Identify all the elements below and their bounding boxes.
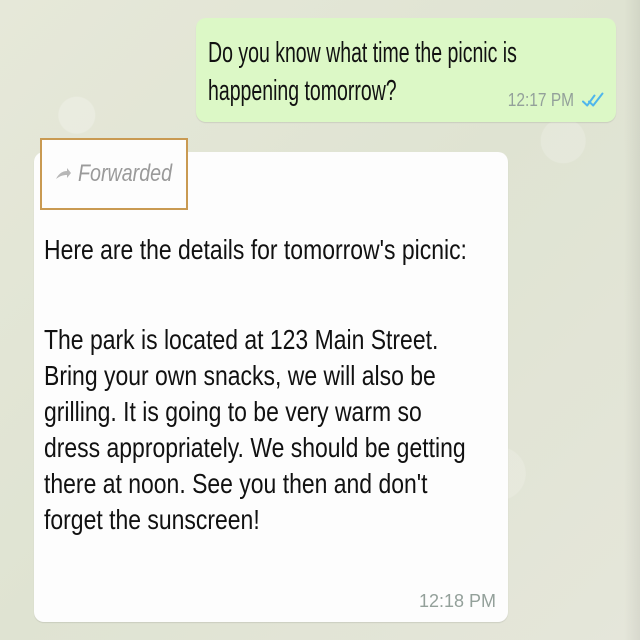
forwarded-label-row: Forwarded [54,160,193,188]
incoming-line-3: The park is located at 123 Main Street. [44,324,439,355]
forward-icon [56,168,71,179]
outgoing-message-bubble[interactable]: Do you know what time the picnic is happ… [196,18,616,122]
incoming-line-8: forget the sunscreen! [44,504,260,535]
outgoing-line-2: happening tomorrow? [208,75,397,107]
incoming-line-6: dress appropriately. We should be gettin… [44,432,466,463]
incoming-message-bubble[interactable]: Forwarded Here are the details for tomor… [34,138,508,622]
outgoing-timestamp: 12:17 PM [507,90,574,110]
incoming-line-5: grilling. It is going to be very warm so [44,396,422,427]
incoming-blank-line [44,268,417,322]
outgoing-message-text: Do you know what time the picnic is happ… [208,34,528,110]
forwarded-label: Forwarded [78,160,173,187]
outgoing-message-meta: 12:17 PM [497,90,604,110]
incoming-line-7: there at noon. See you then and don't [44,468,428,499]
right-edge-shadow [624,0,640,640]
outgoing-line-1: Do you know what time the picnic is [208,37,517,69]
forwarded-indicator: Forwarded [40,138,188,210]
incoming-line-1: Here are the details for tomorrow's picn… [44,234,467,265]
incoming-line-4: Bring your own snacks, we will also be [44,360,436,391]
incoming-message-text: Here are the details for tomorrow's picn… [44,232,499,538]
incoming-message-meta: 12:18 PM [419,591,496,612]
incoming-timestamp: 12:18 PM [418,591,496,611]
double-check-icon [582,92,604,107]
